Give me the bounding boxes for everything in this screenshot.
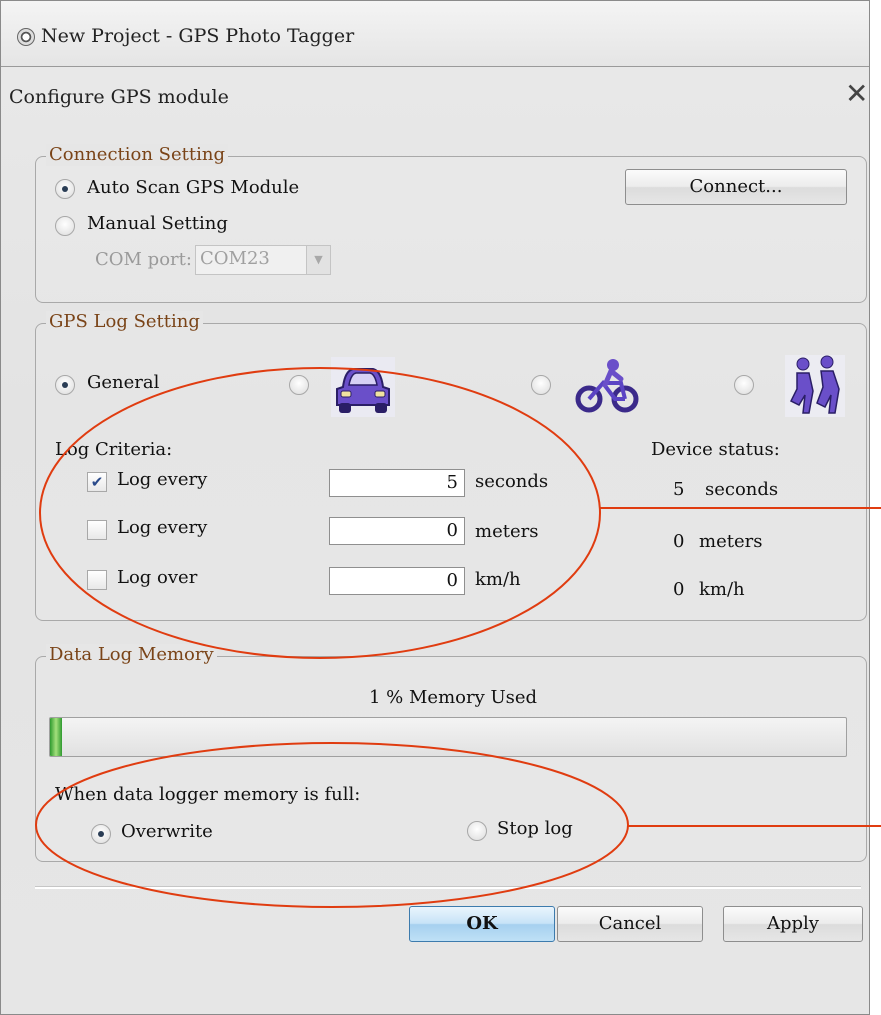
log-meters-label: Log every (117, 517, 208, 538)
memory-progress-fill (50, 718, 62, 756)
title-bar: New Project - GPS Photo Tagger (1, 1, 869, 67)
apply-button[interactable]: Apply (723, 906, 863, 942)
log-seconds-label: Log every (117, 469, 208, 490)
log-meters-input[interactable]: 0 (329, 517, 465, 545)
device-status-label: Device status: (651, 439, 780, 460)
chevron-down-icon: ▼ (306, 246, 330, 274)
bicycle-icon (575, 359, 639, 413)
mode-general-radio[interactable] (55, 375, 75, 395)
mode-bicycle-radio[interactable] (531, 375, 551, 395)
car-icon (331, 357, 395, 417)
status-seconds-value: 5 (673, 479, 685, 500)
status-meters-unit: meters (699, 531, 763, 552)
status-meters-value: 0 (673, 531, 685, 552)
com-port-select[interactable]: COM23 ▼ (195, 245, 331, 275)
log-meters-unit: meters (475, 521, 539, 542)
connection-setting-legend: Connection Setting (46, 144, 228, 166)
stop-log-label: Stop log (497, 818, 573, 839)
dialog-window: New Project - GPS Photo Tagger Configure… (0, 0, 870, 1015)
log-meters-checkbox[interactable] (87, 520, 107, 540)
mode-car-radio[interactable] (289, 375, 309, 395)
window-title: New Project - GPS Photo Tagger (41, 25, 355, 47)
log-speed-unit: km/h (475, 569, 521, 590)
data-log-memory-legend: Data Log Memory (46, 644, 217, 666)
memory-used-text: 1 % Memory Used (369, 687, 538, 708)
status-speed-unit: km/h (699, 579, 745, 600)
log-speed-checkbox[interactable] (87, 570, 107, 590)
log-seconds-unit: seconds (475, 471, 549, 492)
memory-progress-bar (49, 717, 847, 757)
dialog-title: Configure GPS module (9, 86, 229, 108)
auto-scan-radio[interactable] (55, 179, 75, 199)
app-icon (17, 28, 35, 46)
log-speed-label: Log over (117, 567, 198, 588)
cancel-button[interactable]: Cancel (557, 906, 703, 942)
manual-setting-label: Manual Setting (87, 213, 228, 234)
ok-button[interactable]: OK (409, 906, 555, 942)
status-seconds-unit: seconds (705, 479, 779, 500)
auto-scan-label: Auto Scan GPS Module (87, 177, 300, 198)
log-seconds-input[interactable]: 5 (329, 469, 465, 497)
overwrite-radio[interactable] (91, 824, 111, 844)
com-port-label: COM port: (95, 249, 192, 270)
log-seconds-checkbox[interactable]: ✔ (87, 472, 107, 492)
mode-general-label: General (87, 372, 160, 393)
separator (35, 886, 861, 889)
com-port-value: COM23 (200, 248, 270, 269)
manual-setting-radio[interactable] (55, 216, 75, 236)
gps-log-setting-legend: GPS Log Setting (46, 311, 203, 333)
stop-log-radio[interactable] (467, 821, 487, 841)
mode-hiking-radio[interactable] (734, 375, 754, 395)
overwrite-label: Overwrite (121, 821, 213, 842)
log-criteria-label: Log Criteria: (55, 439, 173, 460)
connect-button[interactable]: Connect... (625, 169, 847, 205)
status-speed-value: 0 (673, 579, 685, 600)
close-icon[interactable]: ✕ (845, 80, 868, 108)
log-speed-input[interactable]: 0 (329, 567, 465, 595)
dialog-header: Configure GPS module ✕ (1, 68, 869, 126)
memory-full-label: When data logger memory is full: (55, 784, 361, 805)
hiking-icon (785, 355, 845, 417)
